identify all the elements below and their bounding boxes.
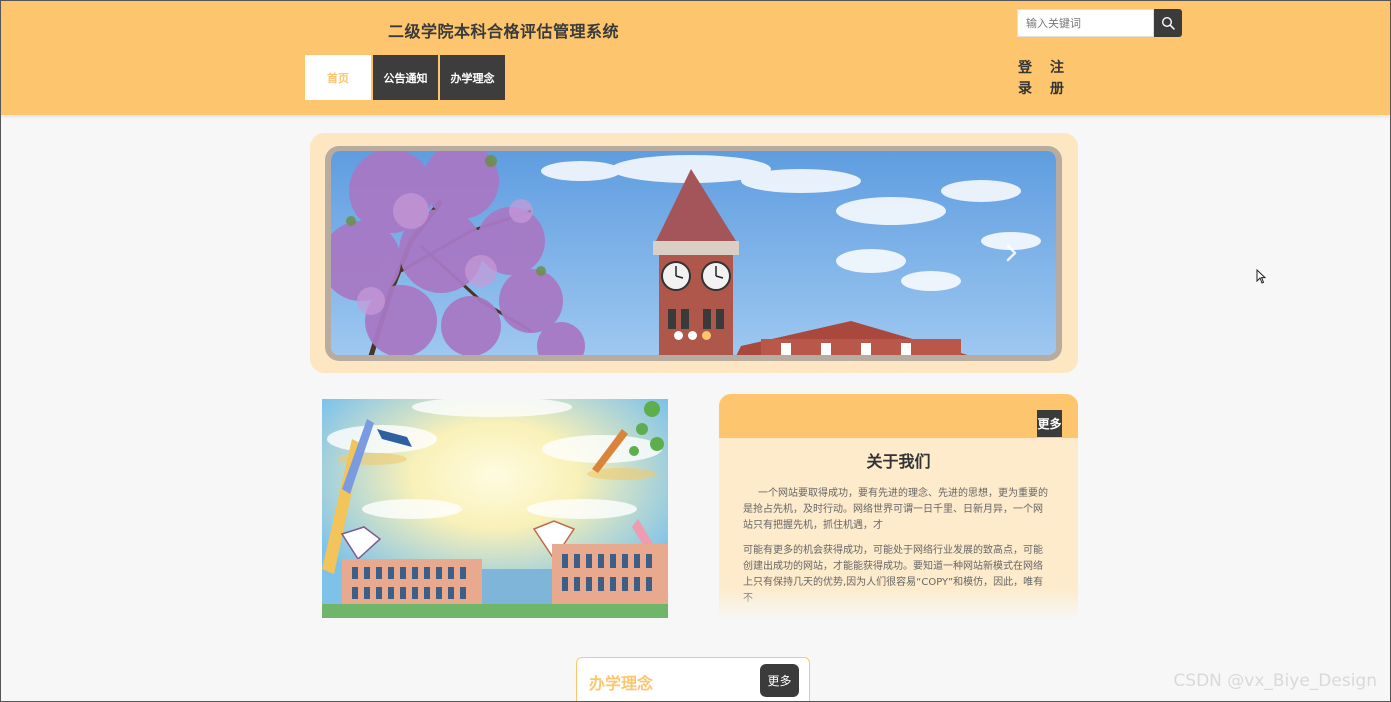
search-icon [1161,16,1175,30]
carousel-dot-1[interactable] [674,331,683,340]
nav-item-philosophy[interactable]: 办学理念 [440,55,505,100]
search-box [1017,9,1182,37]
philosophy-section-header: 办学理念 更多 [576,657,810,702]
philosophy-title: 办学理念 [589,674,654,693]
register-link[interactable]: 注 册 [1049,58,1065,100]
login-link[interactable]: 登 录 [1017,58,1033,100]
about-panel-header: 更多 [719,394,1078,438]
nav-item-announcements[interactable]: 公告通知 [373,55,438,100]
main-nav: 首页 公告通知 办学理念 [305,55,505,100]
carousel-next-arrow[interactable] [1001,241,1021,265]
register-label-char-1: 注 [1050,60,1064,76]
about-fade-overlay [719,588,1078,618]
carousel-dots [674,331,711,340]
search-button[interactable] [1154,9,1182,37]
register-label-char-2: 册 [1050,81,1064,97]
philosophy-more-button[interactable]: 更多 [760,664,799,697]
mouse-cursor-icon [1256,269,1266,284]
login-label-char-1: 登 [1018,60,1032,76]
login-label-char-2: 录 [1018,81,1032,97]
carousel[interactable] [325,146,1062,361]
carousel-container [310,133,1078,373]
carousel-dot-2[interactable] [688,331,697,340]
search-input[interactable] [1017,9,1154,37]
nav-item-home[interactable]: 首页 [305,55,371,100]
about-paragraph: 一个网站要取得成功，要有先进的理念、先进的思想，更为重要的是抢占先机，及时行动。… [743,488,1048,531]
about-more-button[interactable]: 更多 [1037,410,1062,437]
about-title: 关于我们 [866,452,931,471]
top-header: 二级学院本科合格评估管理系统 首页 公告通知 办学理念 登 录 注 册 [1,1,1390,115]
campus-illustration [322,399,668,618]
site-title: 二级学院本科合格评估管理系统 [388,22,620,41]
carousel-slide-image [331,151,1056,355]
watermark: CSDN @vx_Biye_Design [1173,671,1377,691]
carousel-dot-3[interactable] [702,331,711,340]
about-panel: 更多 关于我们 一个网站要取得成功，要有先进的理念、先进的思想，更为重要的是抢占… [719,394,1078,618]
